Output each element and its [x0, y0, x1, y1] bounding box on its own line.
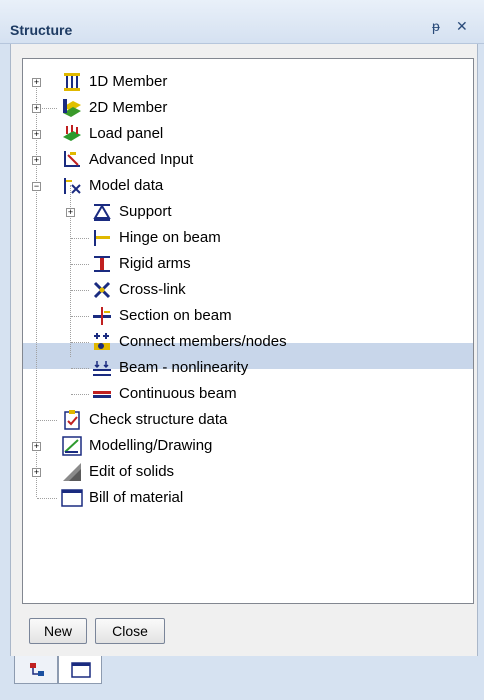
tree-item-label: Continuous beam: [119, 385, 237, 402]
tree-item-label: Connect members/nodes: [119, 333, 287, 350]
collapse-icon[interactable]: −: [32, 182, 41, 191]
tree-item-cross-link[interactable]: Cross-link: [23, 277, 473, 303]
bottom-tab-strip: [0, 656, 484, 700]
rigid-arms-icon: [94, 256, 110, 272]
tree-item-support[interactable]: + Support: [23, 199, 473, 225]
tree-item-continuous-beam[interactable]: Continuous beam: [23, 381, 473, 407]
hinge-icon: [94, 230, 110, 246]
1d-member-icon: [64, 73, 80, 91]
tree-item-label: 1D Member: [89, 73, 168, 90]
tree-item-check-structure-data[interactable]: Check structure data: [23, 407, 473, 433]
check-data-icon: [64, 410, 80, 430]
tree-item-label: Beam - nonlinearity: [119, 359, 249, 376]
tree-line: [71, 264, 89, 265]
tree-item-label: Cross-link: [119, 281, 186, 298]
2d-member-icon: [63, 99, 81, 117]
window-icon: [71, 662, 91, 678]
tree-line: [71, 394, 89, 395]
tree-item-section-on-beam[interactable]: Section on beam: [23, 303, 473, 329]
tree-line: [71, 316, 89, 317]
tree-line: [37, 498, 57, 499]
tree-item-load-panel[interactable]: + Load panel: [23, 121, 473, 147]
continuous-beam-icon: [93, 391, 111, 398]
tree-line: [71, 238, 89, 239]
tree-item-label: Hinge on beam: [119, 229, 221, 246]
panel-titlebar: Structure ᵽ ✕: [0, 0, 484, 44]
model-data-icon: [64, 178, 81, 194]
new-button[interactable]: New: [29, 618, 87, 644]
tree-item-model-data[interactable]: − Model data: [23, 173, 473, 199]
tree-item-modelling-drawing[interactable]: + Modelling/Drawing: [23, 433, 473, 459]
tree-item-label: Edit of solids: [89, 463, 175, 480]
tree-item-beam-nonlinearity[interactable]: Beam - nonlinearity: [23, 355, 473, 381]
advanced-input-icon: [64, 151, 80, 167]
load-panel-icon: [63, 125, 81, 141]
tree-item-hinge-on-beam[interactable]: Hinge on beam: [23, 225, 473, 251]
structure-tree[interactable]: + 1D Member + 2D Member + Load panel + A…: [22, 58, 474, 604]
connect-icon: [94, 333, 110, 350]
tree-item-label: Support: [119, 203, 172, 220]
tree-item-label: Advanced Input: [89, 151, 194, 168]
nonlinearity-icon: [93, 361, 111, 376]
support-icon: [93, 204, 111, 221]
tree-item-edit-of-solids[interactable]: + Edit of solids: [23, 459, 473, 485]
close-icon[interactable]: ✕: [456, 18, 468, 35]
tree-line: [37, 420, 57, 421]
close-button[interactable]: Close: [95, 618, 165, 644]
tree-line: [71, 342, 89, 343]
tree-item-label: 2D Member: [89, 99, 168, 116]
tab-window[interactable]: [58, 656, 102, 684]
tree-item-2d-member[interactable]: + 2D Member: [23, 95, 473, 121]
expand-icon[interactable]: +: [32, 130, 41, 139]
tree-item-rigid-arms[interactable]: Rigid arms: [23, 251, 473, 277]
tree-line: [71, 368, 89, 369]
expand-icon[interactable]: +: [32, 442, 41, 451]
tree-item-1d-member[interactable]: + 1D Member: [23, 69, 473, 95]
cross-link-icon: [93, 281, 111, 299]
tree-item-label: Load panel: [89, 125, 164, 142]
tree-item-label: Rigid arms: [119, 255, 191, 272]
bill-icon: [61, 489, 83, 507]
modelling-icon: [62, 436, 82, 456]
tree-item-label: Model data: [89, 177, 164, 194]
section-icon: [93, 307, 111, 325]
tree-item-label: Bill of material: [89, 489, 184, 506]
tree-item-bill-of-material[interactable]: Bill of material: [23, 485, 473, 511]
tree-item-connect-members[interactable]: Connect members/nodes: [23, 329, 473, 355]
pin-icon[interactable]: ᵽ: [432, 18, 440, 34]
tree-item-advanced-input[interactable]: + Advanced Input: [23, 147, 473, 173]
tab-structure-tree[interactable]: [14, 656, 58, 684]
solids-icon: [63, 463, 81, 481]
expand-icon[interactable]: +: [32, 468, 41, 477]
panel-title: Structure: [10, 22, 73, 38]
tree-item-label: Section on beam: [119, 307, 232, 324]
tree-view-icon: [30, 663, 44, 676]
tree-item-label: Modelling/Drawing: [89, 437, 213, 454]
tree-item-label: Check structure data: [89, 411, 228, 428]
expand-icon[interactable]: +: [32, 104, 41, 113]
expand-icon[interactable]: +: [32, 156, 41, 165]
tree-line: [71, 290, 89, 291]
expand-icon[interactable]: +: [32, 78, 41, 87]
expand-icon[interactable]: +: [66, 208, 75, 217]
